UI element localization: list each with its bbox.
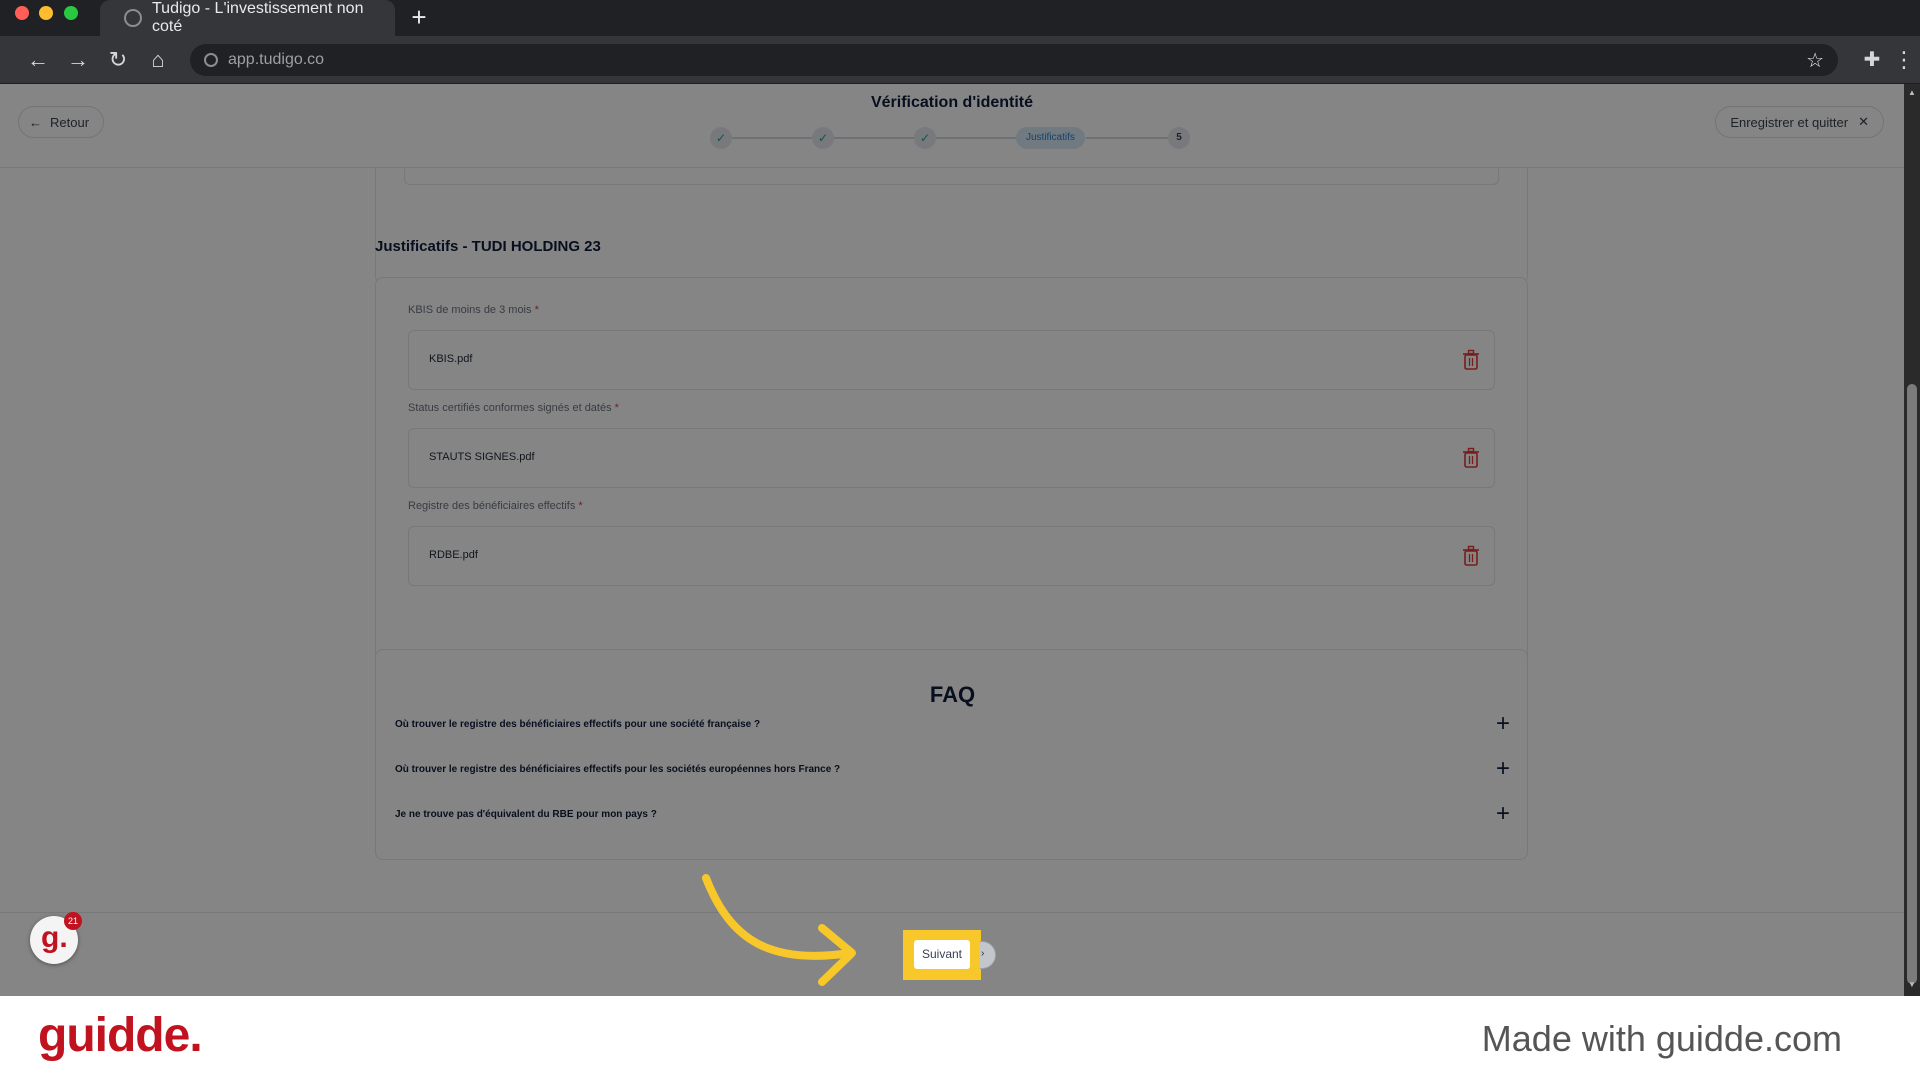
globe-icon [124, 9, 142, 27]
arrow-left-icon: ← [29, 114, 42, 130]
step-5-number: 5 [1168, 127, 1190, 149]
statuts-field-label: Status certifiés conformes signés et dat… [408, 402, 619, 414]
previous-field-box [404, 167, 1499, 185]
step-1-check-icon: ✓ [710, 127, 732, 149]
new-tab-button[interactable]: + [405, 3, 433, 31]
trash-icon[interactable] [1462, 447, 1480, 469]
page-title: Vérification d'identité [870, 94, 1034, 111]
required-mark: * [534, 304, 539, 316]
browser-tab[interactable]: Tudigo - L'investissement non coté [100, 0, 395, 36]
extensions-puzzle-icon[interactable]: ✚ [1858, 46, 1886, 74]
home-icon[interactable]: ⌂ [144, 46, 172, 74]
step-connector [732, 137, 812, 139]
kbis-file-box: KBIS.pdf [408, 330, 1495, 390]
rbe-file-box: RDBE.pdf [408, 526, 1495, 586]
statuts-file-name: STAUTS SIGNES.pdf [429, 451, 535, 463]
faq-title: FAQ [929, 682, 976, 707]
step-3-check-icon: ✓ [914, 127, 936, 149]
screenshot: Tudigo - L'investissement non coté + ← →… [0, 0, 1920, 1080]
required-mark: * [614, 402, 619, 414]
tab-title: Tudigo - L'investissement non coté [152, 0, 364, 35]
previous-section-card [375, 167, 1528, 284]
step-connector [936, 137, 1016, 139]
step-connector [1086, 137, 1168, 139]
trash-icon[interactable] [1462, 545, 1480, 567]
statuts-label-text: Status certifiés conformes signés et dat… [408, 402, 612, 414]
site-info-icon[interactable] [204, 53, 218, 67]
faq-item[interactable]: Je ne trouve pas d'équivalent du RBE pou… [395, 802, 1510, 828]
save-and-quit-button[interactable]: Enregistrer et quitter ✕ [1715, 106, 1884, 138]
documents-card: KBIS de moins de 3 mois * KBIS.pdf Statu… [375, 277, 1528, 695]
url-text: app.tudigo.co [228, 51, 325, 68]
step-current-pill: Justificatifs [1016, 127, 1085, 149]
web-page: ← Retour Vérification d'identité ✓ ✓ ✓ J… [0, 84, 1920, 996]
browser-tab-strip: Tudigo - L'investissement non coté + [0, 0, 1920, 36]
guidde-logo: guidde. [38, 1009, 203, 1062]
section-title: Justificatifs - TUDI HOLDING 23 [375, 238, 601, 255]
close-window-button[interactable] [15, 6, 29, 20]
close-icon: ✕ [1858, 114, 1869, 129]
rbe-label-text: Registre des bénéficiaires effectifs [408, 500, 576, 512]
address-bar[interactable]: app.tudigo.co ☆ [190, 44, 1838, 76]
kbis-label-text: KBIS de moins de 3 mois [408, 304, 532, 316]
guidde-extension-badge[interactable]: g. 21 [30, 912, 82, 964]
faq-question: Où trouver le registre des bénéficiaires… [395, 764, 841, 775]
scroll-down-arrow-icon[interactable]: ▼ [1907, 980, 1917, 990]
kbis-file-name: KBIS.pdf [429, 353, 473, 365]
rbe-file-name: RDBE.pdf [429, 549, 478, 561]
chevron-right-icon: › [981, 948, 985, 959]
kbis-field-label: KBIS de moins de 3 mois * [408, 304, 539, 316]
bookmark-star-icon[interactable]: ☆ [1806, 48, 1824, 73]
browser-menu-icon[interactable]: ⋮ [1893, 46, 1915, 74]
made-with-caption: Made with guidde.com [1481, 1018, 1842, 1059]
browser-toolbar: ← → ↻ ⌂ app.tudigo.co ☆ ✚ ⋮ [0, 36, 1920, 84]
faq-card: FAQ Où trouver le registre des bénéficia… [375, 649, 1528, 860]
required-mark: * [578, 500, 583, 512]
step-2-check-icon: ✓ [812, 127, 834, 149]
step-connector [834, 137, 914, 139]
faq-question: Je ne trouve pas d'équivalent du RBE pou… [395, 809, 657, 820]
vertical-scrollbar[interactable]: ▲ ▼ [1904, 84, 1920, 996]
notification-count: 21 [64, 912, 82, 930]
scroll-up-arrow-icon[interactable]: ▲ [1907, 88, 1917, 98]
faq-question: Où trouver le registre des bénéficiaires… [395, 719, 761, 730]
plus-icon[interactable]: + [1496, 802, 1510, 826]
statuts-file-box: STAUTS SIGNES.pdf [408, 428, 1495, 488]
trash-icon[interactable] [1462, 349, 1480, 371]
curved-arrow-icon [702, 874, 856, 986]
reload-icon[interactable]: ↻ [104, 46, 132, 74]
page-header: ← Retour Vérification d'identité ✓ ✓ ✓ J… [0, 84, 1920, 168]
faq-item[interactable]: Où trouver le registre des bénéficiaires… [395, 712, 1510, 738]
forward-arrow-icon[interactable]: → [64, 46, 92, 74]
guidde-g-logo-icon: g. [41, 921, 68, 954]
back-arrow-icon[interactable]: ← [24, 46, 52, 74]
faq-item[interactable]: Où trouver le registre des bénéficiaires… [395, 757, 1510, 783]
plus-icon[interactable]: + [1496, 712, 1510, 736]
maximize-window-button[interactable] [64, 6, 78, 20]
next-button[interactable]: Suivant [914, 940, 970, 969]
save-and-quit-label: Enregistrer et quitter [1730, 114, 1849, 130]
minimize-window-button[interactable] [39, 6, 53, 20]
scroll-thumb[interactable] [1907, 384, 1917, 984]
guidde-watermark-band: guidde. Made with guidde.com [0, 996, 1920, 1080]
plus-icon[interactable]: + [1496, 757, 1510, 781]
progress-stepper: ✓ ✓ ✓ Justificatifs 5 [710, 126, 1195, 150]
rbe-field-label: Registre des bénéficiaires effectifs * [408, 500, 583, 512]
back-button-label: Retour [50, 114, 90, 130]
